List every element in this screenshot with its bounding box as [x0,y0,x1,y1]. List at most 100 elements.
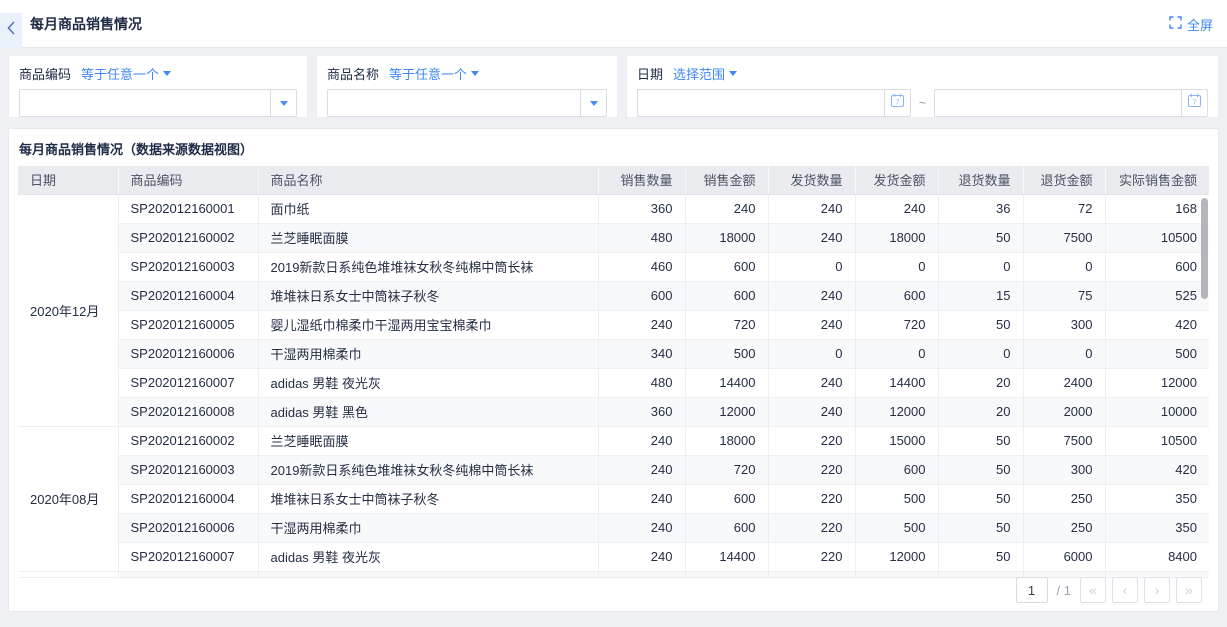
filter-product-name: 商品名称 等于任意一个 [316,55,618,118]
product-code-cell: SP202012160002 [118,223,258,252]
product-name-select[interactable] [327,89,607,117]
actual-amount-cell: 350 [1105,513,1209,542]
col-header-product-name: 商品名称 [258,166,598,194]
amt-sold-cell: 720 [685,455,768,484]
qty-sold-cell: 360 [598,194,685,223]
date-operator[interactable]: 选择范围 [673,64,737,83]
double-chevron-right-icon: » [1185,582,1193,598]
qty-shipped-cell: 240 [768,281,855,310]
product-name-value [328,90,580,116]
product-name-cell: adidas 男鞋 夜光灰 [258,542,598,571]
next-page-button[interactable]: › [1144,577,1170,603]
amt-shipped-cell: 500 [855,484,938,513]
table-row: SP2020121600032019新款日系纯色堆堆袜女秋冬纯棉中筒长袜2407… [18,455,1209,484]
date-end-input[interactable]: 7 [934,89,1208,117]
actual-amount-cell: 420 [1105,455,1209,484]
product-code-cell: SP202012160004 [118,281,258,310]
table-row: SP202012160005婴儿湿纸巾棉柔巾干湿两用宝宝棉柔巾240720240… [18,310,1209,339]
table-row: SP202012160006干湿两用棉柔巾3405000000500 [18,339,1209,368]
svg-text:7: 7 [1192,98,1196,107]
sales-table-container: 日期 商品编码 商品名称 销售数量 销售金额 发货数量 发货金额 退货数量 退货… [18,166,1209,578]
date-end-value [935,90,1181,116]
qty-returned-cell: 0 [938,339,1023,368]
fullscreen-button[interactable]: 全屏 [1169,0,1213,48]
vertical-scrollbar-thumb[interactable] [1201,198,1208,299]
product-code-cell: SP202012160008 [118,397,258,426]
qty-returned-cell: 36 [938,194,1023,223]
actual-amount-cell: 500 [1105,339,1209,368]
amt-returned-cell: 2000 [1023,397,1105,426]
col-header-qty-sold: 销售数量 [598,166,685,194]
col-header-date: 日期 [18,166,118,194]
qty-returned-cell: 15 [938,281,1023,310]
qty-shipped-cell: 220 [768,455,855,484]
amt-sold-cell: 720 [685,310,768,339]
qty-shipped-cell: 240 [768,194,855,223]
date-range-separator: ~ [919,96,926,110]
first-page-button[interactable]: « [1080,577,1106,603]
product-name-dropdown-button[interactable] [580,90,606,116]
qty-shipped-cell: 220 [768,484,855,513]
qty-sold-cell: 240 [598,571,685,578]
back-button[interactable] [0,13,22,48]
amt-shipped-cell: 15000 [855,426,938,455]
qty-sold-cell: 340 [598,339,685,368]
qty-sold-cell: 460 [598,252,685,281]
product-name-cell: 2019新款日系纯色堆堆袜女秋冬纯棉中筒长袜 [258,252,598,281]
product-name-cell: 干湿两用棉柔巾 [258,339,598,368]
sales-report-card: 每月商品销售情况（数据来源数据视图） 日期 商品编码 商品名称 销售数量 销售金… [8,128,1219,612]
qty-shipped-cell: 0 [768,252,855,281]
amt-shipped-cell: 500 [855,513,938,542]
qty-shipped-cell: 220 [768,542,855,571]
product-code-label: 商品编码 [19,64,71,83]
amt-returned-cell: 250 [1023,513,1105,542]
date-label: 日期 [637,64,663,83]
amt-sold-cell: 12000 [685,397,768,426]
table-row: 2020年08月SP202012160002兰芝睡眠面膜240180002201… [18,426,1209,455]
col-header-amt-shipped: 发货金额 [855,166,938,194]
qty-shipped-cell: 240 [768,368,855,397]
table-title: 每月商品销售情况（数据来源数据视图） [9,129,1218,166]
product-name-operator[interactable]: 等于任意一个 [389,64,479,83]
filter-bar: 商品编码 等于任意一个 商品名称 等于任意一个 [8,55,1219,118]
date-end-picker-button[interactable]: 7 [1181,90,1207,116]
qty-sold-cell: 240 [598,455,685,484]
qty-sold-cell: 600 [598,281,685,310]
actual-amount-cell: 525 [1105,281,1209,310]
fullscreen-icon [1169,16,1182,32]
last-page-button[interactable]: » [1176,577,1202,603]
amt-shipped-cell: 600 [855,281,938,310]
product-code-select[interactable] [19,89,297,117]
qty-shipped-cell: 240 [768,223,855,252]
product-code-cell: SP202012160006 [118,513,258,542]
actual-amount-cell: 420 [1105,310,1209,339]
qty-shipped-cell: 240 [768,397,855,426]
date-start-input[interactable]: 7 [637,89,911,117]
date-start-value [638,90,884,116]
date-group-cell: 2020年08月 [18,426,118,571]
qty-shipped-cell: 240 [768,310,855,339]
page-number-input[interactable] [1016,577,1048,603]
table-row: SP202012160004堆堆袜日系女士中筒袜子秋冬6006002406001… [18,281,1209,310]
qty-returned-cell: 20 [938,368,1023,397]
prev-page-button[interactable]: ‹ [1112,577,1138,603]
date-group-cell [18,571,118,578]
product-code-value [20,90,270,116]
product-code-operator[interactable]: 等于任意一个 [81,64,171,83]
amt-sold-cell: 14400 [685,368,768,397]
date-start-picker-button[interactable]: 7 [884,90,910,116]
product-code-dropdown-button[interactable] [270,90,296,116]
product-name-cell: adidas 男鞋 黑色 [258,397,598,426]
pagination: / 1 « ‹ › » [1016,577,1202,603]
amt-sold-cell: 240 [685,194,768,223]
table-row: SP202012160008adidas 男鞋 黑色36012000240120… [18,397,1209,426]
qty-shipped-cell: 220 [768,513,855,542]
product-code-cell: SP202012160001 [118,571,258,578]
chevron-left-icon [6,20,16,41]
qty-returned-cell: 0 [938,252,1023,281]
qty-shipped-cell: 220 [768,426,855,455]
actual-amount-cell: 10500 [1105,426,1209,455]
col-header-product-code: 商品编码 [118,166,258,194]
product-code-cell: SP202012160005 [118,310,258,339]
amt-returned-cell: 2400 [1023,368,1105,397]
